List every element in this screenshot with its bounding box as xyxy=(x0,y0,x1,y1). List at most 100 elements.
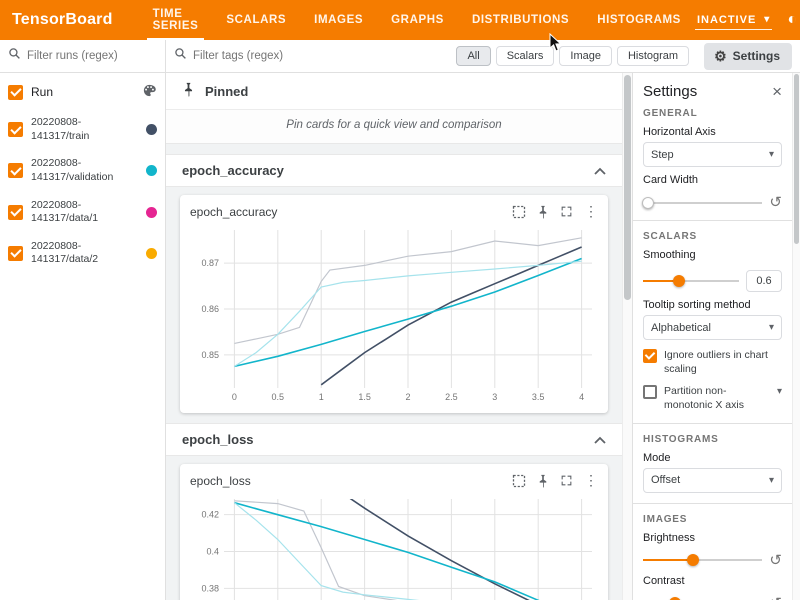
svg-text:0.85: 0.85 xyxy=(201,350,219,360)
reset-icon[interactable]: ↺ xyxy=(769,553,782,568)
gear-icon: ⚙ xyxy=(714,48,727,65)
close-icon[interactable]: × xyxy=(772,83,782,100)
pin-icon[interactable] xyxy=(537,474,549,488)
slider-thumb[interactable] xyxy=(673,275,685,287)
chip-image[interactable]: Image xyxy=(559,46,612,66)
tab-graphs[interactable]: GRAPHS xyxy=(377,0,458,40)
divider xyxy=(633,503,792,504)
fit-domain-icon[interactable] xyxy=(512,474,526,488)
more-options-icon[interactable]: ⋮ xyxy=(584,203,598,220)
run-label: 20220808-141317/data/1 xyxy=(31,199,138,226)
chevron-down-icon[interactable]: ▾ xyxy=(777,385,782,398)
divider xyxy=(633,220,792,221)
chip-all[interactable]: All xyxy=(456,46,490,66)
tab-images[interactable]: IMAGES xyxy=(300,0,377,40)
ignore-outliers-label: Ignore outliers in chart scaling xyxy=(664,349,782,376)
more-options-icon[interactable]: ⋮ xyxy=(584,472,598,489)
reload-status-dropdown[interactable]: INACTIVE ▾ xyxy=(695,11,772,30)
svg-text:3: 3 xyxy=(492,392,497,402)
settings-scrollbar[interactable] xyxy=(792,73,800,600)
run-row-data-2[interactable]: 20220808-141317/data/2 xyxy=(0,233,165,274)
card-actions: ⋮ xyxy=(512,472,598,489)
runs-sidebar: Run 20220808-141317/train 20220808-14131… xyxy=(0,40,166,600)
main-scrollbar-thumb[interactable] xyxy=(624,75,631,300)
epoch-accuracy-chart[interactable]: 0.850.860.8700.511.522.533.54 xyxy=(186,222,602,406)
filter-tags-input[interactable] xyxy=(193,50,451,62)
histogram-mode-select[interactable]: Offset ▾ xyxy=(643,468,782,493)
scalar-card-epoch-accuracy: epoch_accuracy xyxy=(180,195,608,413)
reset-icon[interactable]: ↺ xyxy=(769,195,782,210)
chevron-up-icon[interactable] xyxy=(594,163,606,178)
section-header-epoch-accuracy[interactable]: epoch_accuracy xyxy=(166,154,622,187)
select-all-runs-checkbox[interactable] xyxy=(8,85,23,100)
chevron-up-icon[interactable] xyxy=(594,432,606,447)
svg-text:3.5: 3.5 xyxy=(532,392,545,402)
tags-toolbar: All Scalars Image Histogram ⚙ Settings xyxy=(166,40,800,73)
run-checkbox[interactable] xyxy=(8,122,23,137)
settings-button[interactable]: ⚙ Settings xyxy=(704,43,792,70)
smoothing-slider[interactable] xyxy=(643,275,739,287)
fit-domain-icon[interactable] xyxy=(512,205,526,219)
images-heading: IMAGES xyxy=(643,514,782,525)
main-scrollbar[interactable] xyxy=(622,73,632,600)
ignore-outliers-checkbox[interactable] xyxy=(643,349,657,363)
content-column: All Scalars Image Histogram ⚙ Settings xyxy=(166,40,800,600)
ignore-outliers-row[interactable]: Ignore outliers in chart scaling xyxy=(643,349,782,376)
smoothing-value-input[interactable] xyxy=(746,270,782,292)
slider-thumb[interactable] xyxy=(642,197,654,209)
run-color-dot[interactable] xyxy=(146,248,157,259)
svg-text:0.4: 0.4 xyxy=(206,547,219,557)
contrast-theme-icon[interactable]: ◐ xyxy=(787,12,797,28)
settings-scrollbar-thumb[interactable] xyxy=(794,74,799,244)
section-header-epoch-loss[interactable]: epoch_loss xyxy=(166,423,622,456)
tab-scalars[interactable]: SCALARS xyxy=(212,0,300,40)
run-row-data-1[interactable]: 20220808-141317/data/1 xyxy=(0,192,165,233)
run-checkbox[interactable] xyxy=(8,205,23,220)
svg-text:2.5: 2.5 xyxy=(445,392,458,402)
search-icon xyxy=(8,47,21,65)
pinned-title: Pinned xyxy=(205,84,248,99)
run-row-train[interactable]: 20220808-141317/train xyxy=(0,109,165,150)
run-color-dot[interactable] xyxy=(146,165,157,176)
pin-icon[interactable] xyxy=(537,205,549,219)
tensorboard-app: TensorBoard TIME SERIES SCALARS IMAGES G… xyxy=(0,0,800,600)
card-zone: epoch_accuracy xyxy=(166,187,622,423)
reset-icon[interactable]: ↺ xyxy=(769,596,782,600)
scalar-card-epoch-loss: epoch_loss xyxy=(180,464,608,600)
brightness-slider-row: ↺ xyxy=(643,553,782,568)
content-row: Pinned Pin cards for a quick view and co… xyxy=(166,73,800,600)
section-title: epoch_accuracy xyxy=(182,163,284,178)
card-width-slider[interactable] xyxy=(643,197,762,209)
partition-x-axis-checkbox[interactable] xyxy=(643,385,657,399)
runs-list-header: Run xyxy=(0,73,165,109)
chevron-down-icon: ▾ xyxy=(769,322,774,333)
settings-title: Settings xyxy=(643,83,697,100)
epoch-loss-chart[interactable]: 0.360.380.40.4200.511.522.533.54 xyxy=(186,491,602,600)
svg-text:4: 4 xyxy=(579,392,584,402)
fullscreen-icon[interactable] xyxy=(560,474,573,487)
general-heading: GENERAL xyxy=(643,108,782,119)
horizontal-axis-label: Horizontal Axis xyxy=(643,126,782,138)
tab-distributions[interactable]: DISTRIBUTIONS xyxy=(458,0,583,40)
card-width-label: Card Width xyxy=(643,174,782,186)
run-checkbox[interactable] xyxy=(8,246,23,261)
chip-histogram[interactable]: Histogram xyxy=(617,46,689,66)
chip-scalars[interactable]: Scalars xyxy=(496,46,555,66)
brightness-slider[interactable] xyxy=(643,554,762,566)
tooltip-sorting-select[interactable]: Alphabetical ▾ xyxy=(643,315,782,340)
fullscreen-icon[interactable] xyxy=(560,205,573,218)
tab-histograms[interactable]: HISTOGRAMS xyxy=(583,0,695,40)
section-title: epoch_loss xyxy=(182,432,254,447)
filter-runs-input[interactable] xyxy=(27,50,157,62)
partition-x-axis-row[interactable]: Partition non-monotonic X axis ▾ xyxy=(643,385,782,412)
run-checkbox[interactable] xyxy=(8,163,23,178)
run-color-dot[interactable] xyxy=(146,124,157,135)
app-title: TensorBoard xyxy=(12,11,113,29)
filter-runs-box xyxy=(0,40,165,73)
palette-icon[interactable] xyxy=(142,83,157,101)
horizontal-axis-select[interactable]: Step ▾ xyxy=(643,142,782,167)
run-row-validation[interactable]: 20220808-141317/validation xyxy=(0,150,165,191)
slider-thumb[interactable] xyxy=(687,554,699,566)
tab-time-series[interactable]: TIME SERIES xyxy=(139,0,213,40)
run-color-dot[interactable] xyxy=(146,207,157,218)
